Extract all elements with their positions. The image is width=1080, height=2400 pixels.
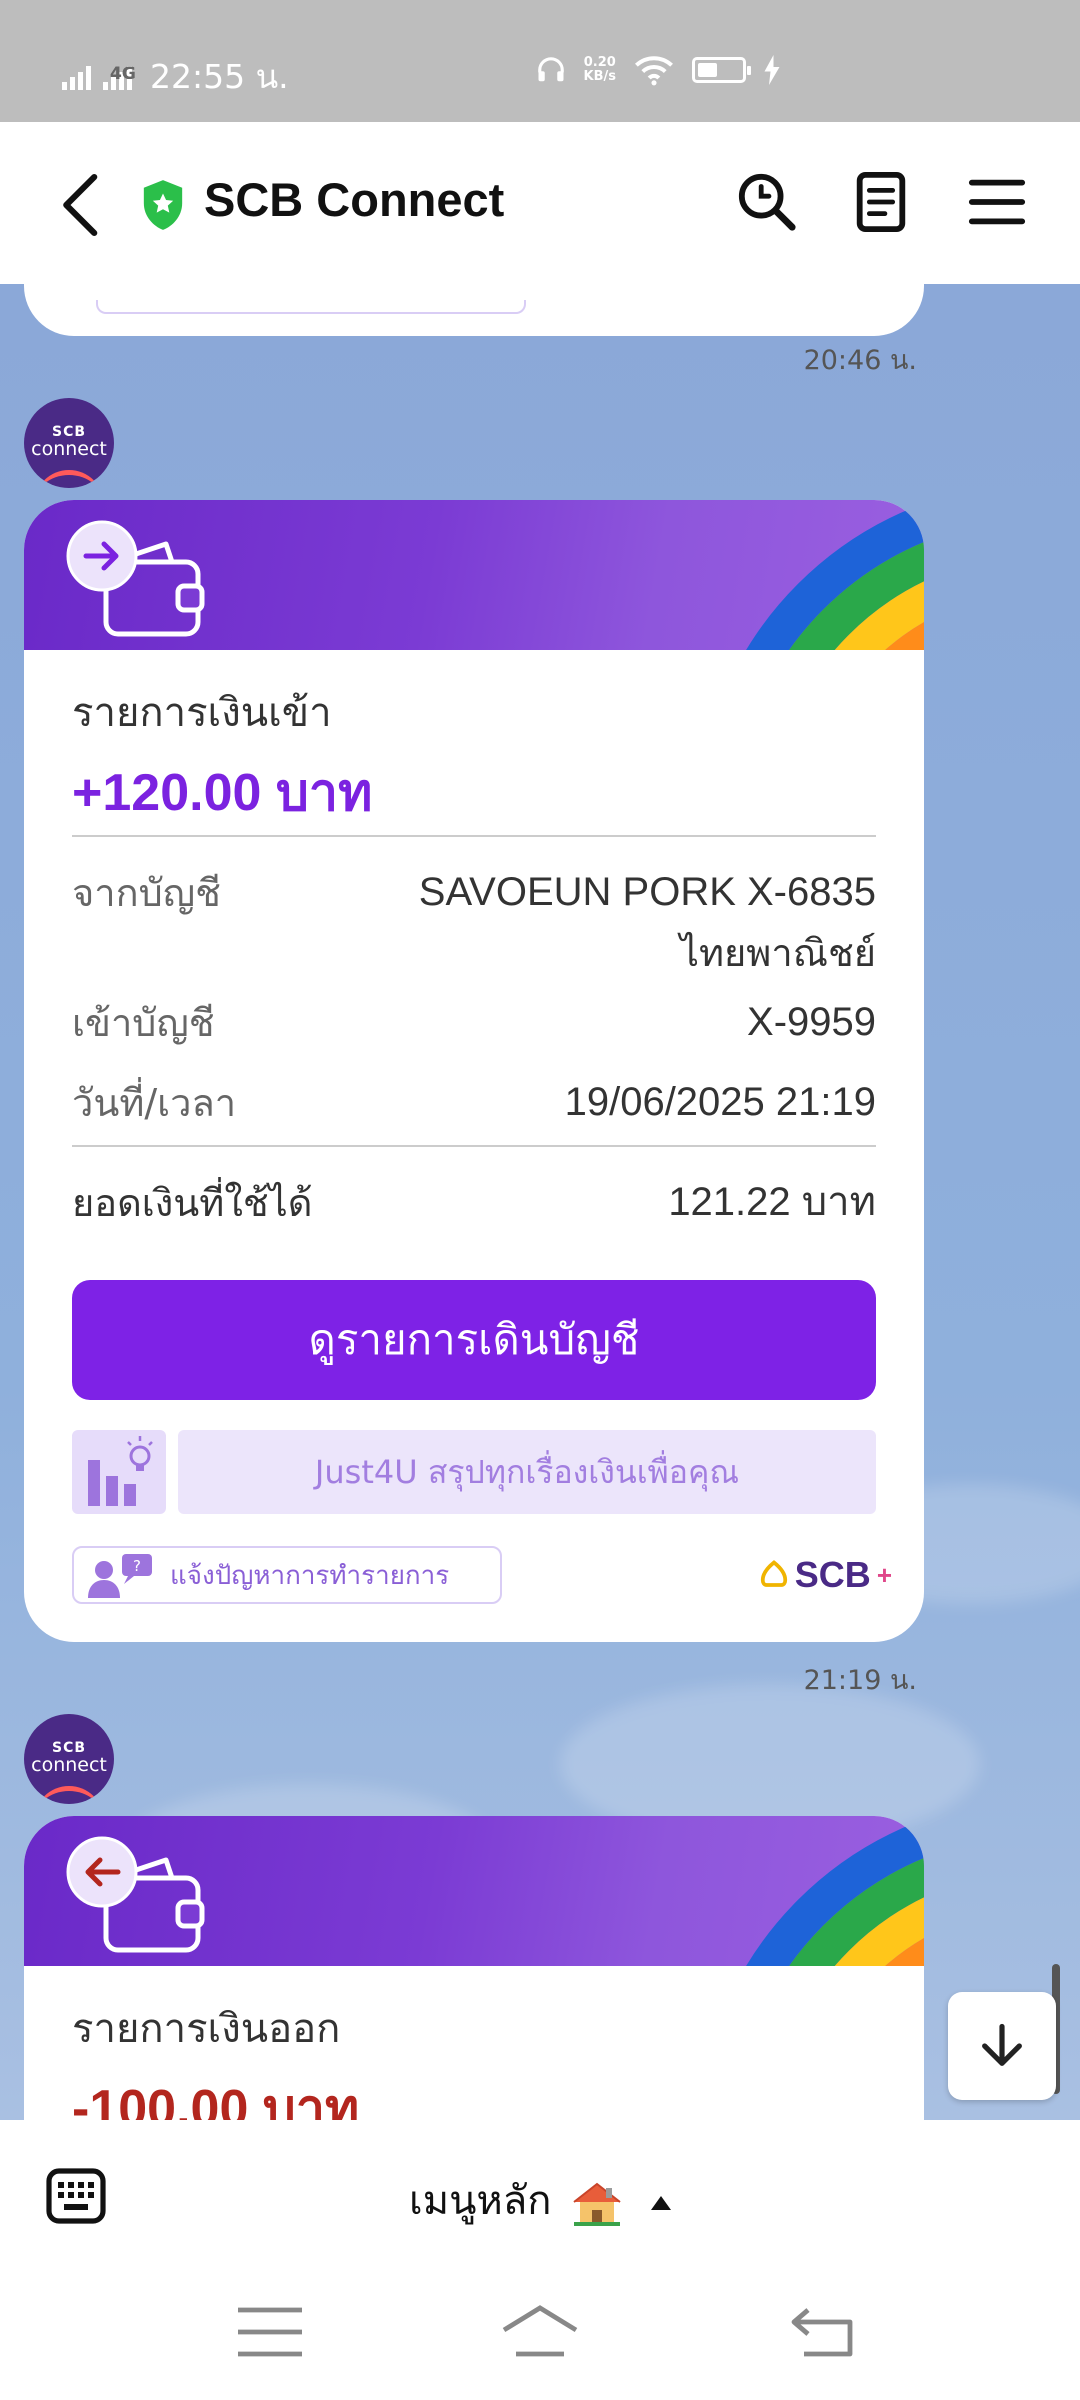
scb-logo: SCB +: [759, 1554, 892, 1596]
card-banner: [24, 1816, 924, 1966]
battery-icon: [692, 57, 751, 83]
notes-icon[interactable]: [850, 170, 912, 234]
signal-icon: 4G: [103, 64, 136, 90]
transaction-type: รายการเงินออก: [72, 2006, 341, 2052]
wallet-in-icon: [66, 520, 205, 637]
from-account-value: SAVOEUN PORK X-6835: [418, 870, 876, 914]
report-problem-button[interactable]: ? แจ้งปัญหาการทำรายการ: [72, 1546, 502, 1604]
wifi-icon: [635, 56, 673, 86]
house-icon: [573, 2182, 621, 2226]
back-arrow-icon[interactable]: [52, 170, 112, 240]
svg-text:?: ?: [133, 1557, 141, 1575]
back-nav-icon[interactable]: [784, 2302, 864, 2362]
to-account-label: เข้าบัญชี: [72, 1001, 215, 1045]
datetime-value: 19/06/2025 21:19: [564, 1080, 876, 1124]
just4u-link[interactable]: Just4U สรุปทุกเรื่องเงินเพื่อคุณ: [178, 1430, 876, 1514]
balance-label: ยอดเงินที่ใช้ได้: [72, 1181, 313, 1225]
avatar[interactable]: SCB connect: [24, 398, 114, 488]
rich-menu-bar: เมนูหลัก: [0, 2120, 1080, 2270]
charging-icon: [764, 55, 780, 85]
chat-area[interactable]: 20:46 น. SCB connect รายการเงินเข้า +120…: [0, 284, 1080, 2120]
main-menu-label: เมนูหลัก: [409, 2178, 552, 2224]
transaction-amount: +120.00 บาท: [72, 764, 373, 822]
caret-up-icon: [650, 2196, 671, 2210]
transaction-type: รายการเงินเข้า: [72, 690, 332, 736]
rainbow-graphic: [746, 503, 924, 650]
transaction-amount: -100.00 บาท: [72, 2080, 360, 2120]
message-time: 20:46 น.: [803, 345, 917, 376]
wallet-out-icon: [66, 1836, 205, 1953]
menu-icon[interactable]: [966, 170, 1028, 234]
previous-message-card: [24, 284, 924, 336]
arrow-down-icon: [982, 2023, 1022, 2066]
avatar[interactable]: SCB connect: [24, 1714, 114, 1804]
headphones-icon: [537, 57, 564, 82]
from-account-label: จากบัญชี: [72, 871, 221, 915]
network-speed: 0.20 KB/s: [583, 55, 616, 84]
income-notification-card: รายการเงินเข้า +120.00 บาท จากบัญชี SAVO…: [24, 500, 924, 1642]
rainbow-graphic: [746, 1819, 924, 1966]
expense-notification-card: รายการเงินออก -100.00 บาท: [24, 1816, 924, 2120]
home-icon[interactable]: [500, 2302, 580, 2362]
view-statement-button[interactable]: ดูรายการเดินบัญชี: [72, 1280, 876, 1400]
to-account-value: X-9959: [747, 1000, 876, 1044]
search-icon[interactable]: [736, 170, 798, 234]
datetime-label: วันที่/เวลา: [72, 1081, 237, 1125]
card-banner: [24, 500, 924, 650]
clock: 22:55 น.: [150, 57, 289, 96]
main-menu-toggle[interactable]: เมนูหลัก: [0, 2168, 1080, 2232]
scb-bell-icon: [760, 1560, 787, 1587]
scroll-to-bottom-button[interactable]: [948, 1992, 1056, 2100]
status-bar: 4G 4G 22:55 น. 0.20 KB/s: [0, 0, 1080, 122]
divider: [72, 1145, 876, 1147]
recent-apps-icon[interactable]: [230, 2302, 310, 2362]
chat-title: SCB Connect: [204, 173, 505, 226]
report-label: แจ้งปัญหาการทำรายการ: [170, 1560, 450, 1591]
divider: [72, 835, 876, 837]
verified-shield-icon: [143, 180, 183, 230]
signal-icon: 4G: [62, 64, 136, 90]
support-icon: ?: [88, 1554, 152, 1598]
balance-value: 121.22 บาท: [668, 1180, 876, 1224]
from-bank-name: ไทยพาณิชย์: [679, 931, 876, 975]
message-time: 21:19 น.: [803, 1665, 917, 1696]
system-nav-bar: [0, 2270, 1080, 2400]
insight-chart-icon[interactable]: [72, 1430, 166, 1514]
app-header: SCB Connect: [0, 122, 1080, 284]
